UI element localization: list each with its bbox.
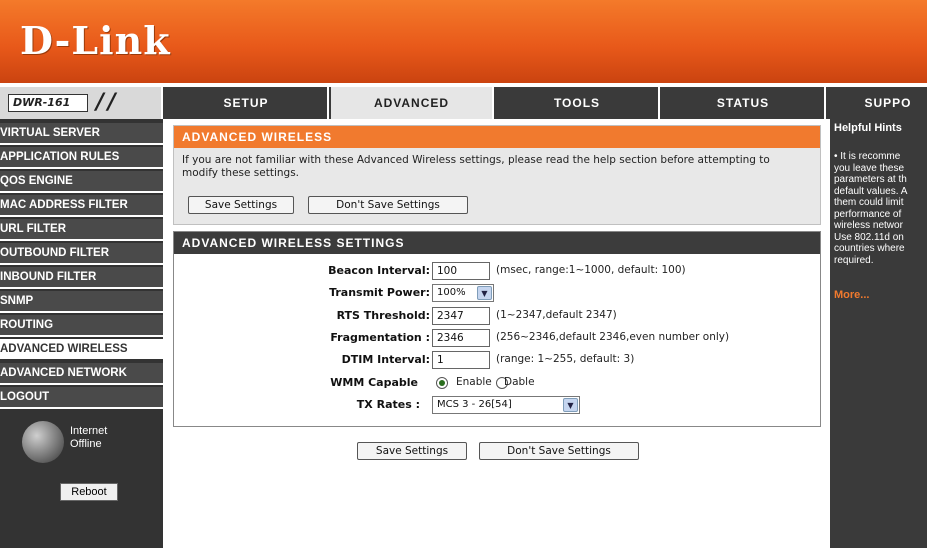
chevron-down-icon[interactable]: ▼ (477, 286, 492, 300)
intro-panel: ADVANCED WIRELESS If you are not familia… (173, 125, 821, 225)
sidebar-item-advanced-network[interactable]: ADVANCED NETWORK (0, 363, 163, 385)
sidebar-item-inbound-filter[interactable]: INBOUND FILTER (0, 267, 163, 289)
sidebar-item-application-rules[interactable]: APPLICATION RULES (0, 147, 163, 169)
sidebar-item-label: INBOUND FILTER (0, 271, 97, 283)
save-settings-button[interactable]: Save Settings (188, 196, 294, 214)
intro-description: If you are not familiar with these Advan… (182, 154, 770, 179)
fragmentation-input[interactable]: 2346 (432, 329, 490, 347)
internet-status: Internet Offline (70, 425, 107, 451)
sidebar-item-label: ADVANCED NETWORK (0, 367, 127, 379)
sidebar-item-label: SNMP (0, 295, 34, 307)
transmit-power-select[interactable]: 100% ▼ (432, 284, 494, 302)
tab-status[interactable]: STATUS (662, 87, 826, 119)
router-admin-page: D-Link DWR-161 / / SETUP ADVANCED TOOLS … (0, 0, 927, 548)
sidebar-item-label: URL FILTER (0, 223, 67, 235)
tab-support[interactable]: SUPPO (828, 87, 927, 119)
sidebar-item-label: MAC ADDRESS FILTER (0, 199, 128, 211)
model-badge: DWR-161 / / (0, 87, 163, 119)
tab-setup[interactable]: SETUP (165, 87, 329, 119)
wmm-disable-label: Dable (504, 376, 535, 388)
transmit-power-value: 100% (437, 287, 466, 298)
sidebar-item-mac-address-filter[interactable]: MAC ADDRESS FILTER (0, 195, 163, 217)
globe-icon (22, 421, 64, 463)
main-content: ADVANCED WIRELESS If you are not familia… (163, 119, 830, 548)
transmit-power-row: Transmit Power: 100% ▼ (174, 284, 822, 304)
wmm-enable-radio[interactable] (436, 377, 448, 389)
wmm-capable-row: WMM Capable Enable Dable (174, 374, 822, 394)
sidebar-item-label: APPLICATION RULES (0, 151, 120, 163)
rts-threshold-row: RTS Threshold: 2347 (1~2347,default 2347… (174, 307, 822, 327)
sidebar-item-qos-engine[interactable]: QOS ENGINE (0, 171, 163, 193)
sidebar-item-logout[interactable]: LOGOUT (0, 387, 163, 409)
wmm-enable-label: Enable (456, 376, 492, 388)
hints-title: Helpful Hints (834, 122, 902, 134)
beacon-interval-row: Beacon Interval: 100 (msec, range:1~1000… (174, 262, 822, 282)
wmm-capable-label: WMM Capable (330, 376, 418, 389)
dont-save-settings-button[interactable]: Don't Save Settings (308, 196, 468, 214)
tab-tools[interactable]: TOOLS (496, 87, 660, 119)
fragmentation-row: Fragmentation : 2346 (256~2346,default 2… (174, 329, 822, 349)
sidebar-item-label: ROUTING (0, 319, 54, 331)
top-nav: DWR-161 / / SETUP ADVANCED TOOLS STATUS … (0, 87, 927, 119)
helpful-hints-panel: Helpful Hints • It is recomme you leave … (830, 119, 927, 548)
bottom-dont-save-settings-button[interactable]: Don't Save Settings (479, 442, 639, 460)
intro-title: ADVANCED WIRELESS (174, 126, 820, 148)
dtim-interval-row: DTIM Interval: 1 (range: 1~255, default:… (174, 351, 822, 371)
sidebar-item-virtual-server[interactable]: VIRTUAL SERVER (0, 123, 163, 145)
internet-state: Offline (70, 438, 102, 450)
chevron-down-icon[interactable]: ▼ (563, 398, 578, 412)
header-banner: D-Link (0, 0, 927, 87)
bottom-save-settings-button[interactable]: Save Settings (357, 442, 467, 460)
model-name: DWR-161 (8, 94, 88, 112)
tab-advanced[interactable]: ADVANCED (331, 87, 494, 119)
hints-text: • It is recomme you leave these paramete… (834, 151, 908, 266)
slash-decoration: / / (96, 90, 116, 115)
sidebar-item-label: VIRTUAL SERVER (0, 127, 100, 139)
sidebar-item-advanced-wireless[interactable]: ADVANCED WIRELESS (0, 339, 163, 361)
tx-rates-value: MCS 3 - 26[54] (437, 399, 512, 410)
dlink-logo: D-Link (20, 18, 171, 63)
dtim-interval-label: DTIM Interval: (341, 353, 430, 366)
beacon-interval-input[interactable]: 100 (432, 262, 490, 280)
more-link[interactable]: More... (834, 289, 869, 301)
settings-panel: ADVANCED WIRELESS SETTINGS Beacon Interv… (173, 231, 821, 427)
dtim-interval-hint: (range: 1~255, default: 3) (496, 353, 635, 365)
reboot-button[interactable]: Reboot (60, 483, 118, 501)
sidebar-item-label: LOGOUT (0, 391, 50, 403)
sidebar-item-snmp[interactable]: SNMP (0, 291, 163, 313)
sidebar-item-outbound-filter[interactable]: OUTBOUND FILTER (0, 243, 163, 265)
dtim-interval-input[interactable]: 1 (432, 351, 490, 369)
beacon-interval-label: Beacon Interval: (328, 264, 430, 277)
sidebar-item-routing[interactable]: ROUTING (0, 315, 163, 337)
tx-rates-row: TX Rates : MCS 3 - 26[54] ▼ (174, 396, 822, 416)
internet-label: Internet (70, 425, 108, 437)
rts-threshold-hint: (1~2347,default 2347) (496, 309, 617, 321)
sidebar: VIRTUAL SERVER APPLICATION RULES QOS ENG… (0, 119, 163, 548)
sidebar-item-url-filter[interactable]: URL FILTER (0, 219, 163, 241)
sidebar-item-label: OUTBOUND FILTER (0, 247, 110, 259)
rts-threshold-label: RTS Threshold: (336, 309, 430, 322)
sidebar-item-label: QOS ENGINE (0, 175, 73, 187)
rts-threshold-input[interactable]: 2347 (432, 307, 490, 325)
beacon-interval-hint: (msec, range:1~1000, default: 100) (496, 264, 686, 276)
transmit-power-label: Transmit Power: (329, 286, 430, 299)
sidebar-item-label: ADVANCED WIRELESS (0, 343, 128, 355)
fragmentation-label: Fragmentation : (330, 331, 430, 344)
tx-rates-select[interactable]: MCS 3 - 26[54] ▼ (432, 396, 580, 414)
settings-title: ADVANCED WIRELESS SETTINGS (174, 232, 820, 254)
fragmentation-hint: (256~2346,default 2346,even number only) (496, 331, 730, 343)
tx-rates-label: TX Rates : (356, 398, 420, 411)
